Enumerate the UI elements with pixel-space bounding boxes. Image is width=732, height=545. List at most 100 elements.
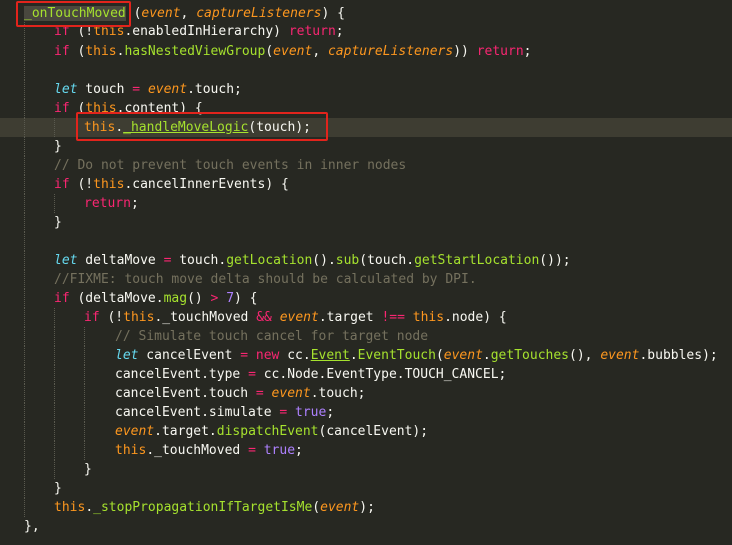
code-editor[interactable]: _onTouchMoved (event, captureListeners) … [0,0,732,545]
code-line[interactable]: // Simulate touch cancel for target node [0,327,732,346]
code-token: Event [310,348,350,363]
code-token: //FIXME: touch move delta should be calc… [54,272,477,287]
indent-guide [24,99,25,118]
code-token: getTouches [490,348,570,363]
code-token: (! [69,177,94,192]
code-token: )) [453,44,477,59]
code-token: touch [77,82,133,97]
indent-guide [24,308,25,327]
code-token: if [54,177,70,192]
code-token: ; [130,196,139,211]
code-token: (! [69,24,94,39]
code-token: && [256,310,272,325]
code-line[interactable]: return; [0,194,732,213]
indent-guide [24,346,25,365]
code-token: cancelEvent.simulate [115,405,280,420]
indent-guide [24,289,25,308]
code-token: cancelEvent.type [115,367,249,382]
code-line[interactable]: cancelEvent.simulate = true; [0,403,732,422]
code-line[interactable]: _onTouchMoved (event, captureListeners) … [0,4,732,23]
code-token: let [54,82,78,97]
code-token: this [54,500,86,515]
indent-guide [84,403,85,422]
indent-guide [24,403,25,422]
indent-guide [24,460,25,479]
code-token: .content) { [116,101,203,116]
code-token: ( [435,348,444,363]
code-token: this [85,101,117,116]
code-line[interactable]: if (!this.enabledInHierarchy) return; [0,22,732,41]
code-line[interactable]: event.target.dispatchEvent(cancelEvent); [0,422,732,441]
indent-guide [54,118,55,137]
code-token: event [600,348,640,363]
indent-guide [84,441,85,460]
code-line[interactable]: this._handleMoveLogic(touch); [0,118,732,137]
code-token: ()); [539,253,571,268]
code-token: } [84,462,92,477]
code-token: .cancelInnerEvents) { [124,177,289,192]
code-line[interactable]: } [0,213,732,232]
code-line[interactable]: } [0,137,732,156]
code-line[interactable]: if (deltaMove.mag() > 7) { [0,289,732,308]
code-line[interactable] [0,232,732,251]
code-line[interactable]: } [0,479,732,498]
code-line[interactable]: }, [0,517,732,536]
indent-guide [24,232,25,251]
code-token: if [54,44,70,59]
indent-guide [54,384,55,403]
indent-guide [24,61,25,80]
code-token: event [320,500,360,515]
code-token: .target [318,310,382,325]
code-line[interactable]: this._touchMoved = true; [0,441,732,460]
code-token: 7 [226,291,235,306]
code-token: event [115,424,155,439]
code-token: this [85,44,117,59]
code-token: _handleMoveLogic [123,120,249,135]
code-token: } [54,139,62,154]
code-token: , [180,6,197,21]
code-token: cancelEvent [138,348,241,363]
code-line[interactable]: if (this.content) { [0,99,732,118]
code-token: ; [295,443,303,458]
code-line[interactable]: let deltaMove = touch.getLocation().sub(… [0,251,732,270]
code-line[interactable]: let touch = event.touch; [0,80,732,99]
code-token: = [255,386,264,401]
indent-guide [24,213,25,232]
code-token: } [54,215,62,230]
code-token: = [132,82,141,97]
code-token: cc.Node.EventType.TOUCH_CANCEL; [255,367,507,382]
code-line[interactable]: if (!this.cancelInnerEvents) { [0,175,732,194]
code-line[interactable]: // Do not prevent touch events in inner … [0,156,732,175]
code-token: ._touchMoved [146,443,249,458]
code-token: . [482,348,491,363]
code-token: = [248,443,256,458]
code-line[interactable]: this._stopPropagationIfTargetIsMe(event)… [0,498,732,517]
indent-guide [84,384,85,403]
indent-guide [24,270,25,289]
code-token: if [54,291,70,306]
code-line[interactable]: //FIXME: touch move delta should be calc… [0,270,732,289]
code-token: . [115,120,124,135]
code-line[interactable]: let cancelEvent = new cc.Event.EventTouc… [0,346,732,365]
code-token: .node) { [444,310,507,325]
code-line[interactable]: if (!this._touchMoved && event.target !=… [0,308,732,327]
code-line[interactable]: if (this.hasNestedViewGroup(event, captu… [0,42,732,61]
indent-guide [54,327,55,346]
code-line[interactable] [0,61,732,80]
code-token: ; [335,24,344,39]
indent-guide [54,194,55,213]
code-line[interactable]: } [0,460,732,479]
code-line[interactable]: cancelEvent.type = cc.Node.EventType.TOU… [0,365,732,384]
code-token: _onTouchMoved [24,6,126,21]
indent-guide [24,42,25,61]
code-token: ._touchMoved [154,310,257,325]
code-line[interactable]: cancelEvent.touch = event.touch; [0,384,732,403]
code-token: return [84,196,131,211]
indent-guide [24,194,25,213]
code-token: .target. [154,424,217,439]
indent-guide [54,346,55,365]
indent-guide [24,137,25,156]
code-token: return [476,44,524,59]
